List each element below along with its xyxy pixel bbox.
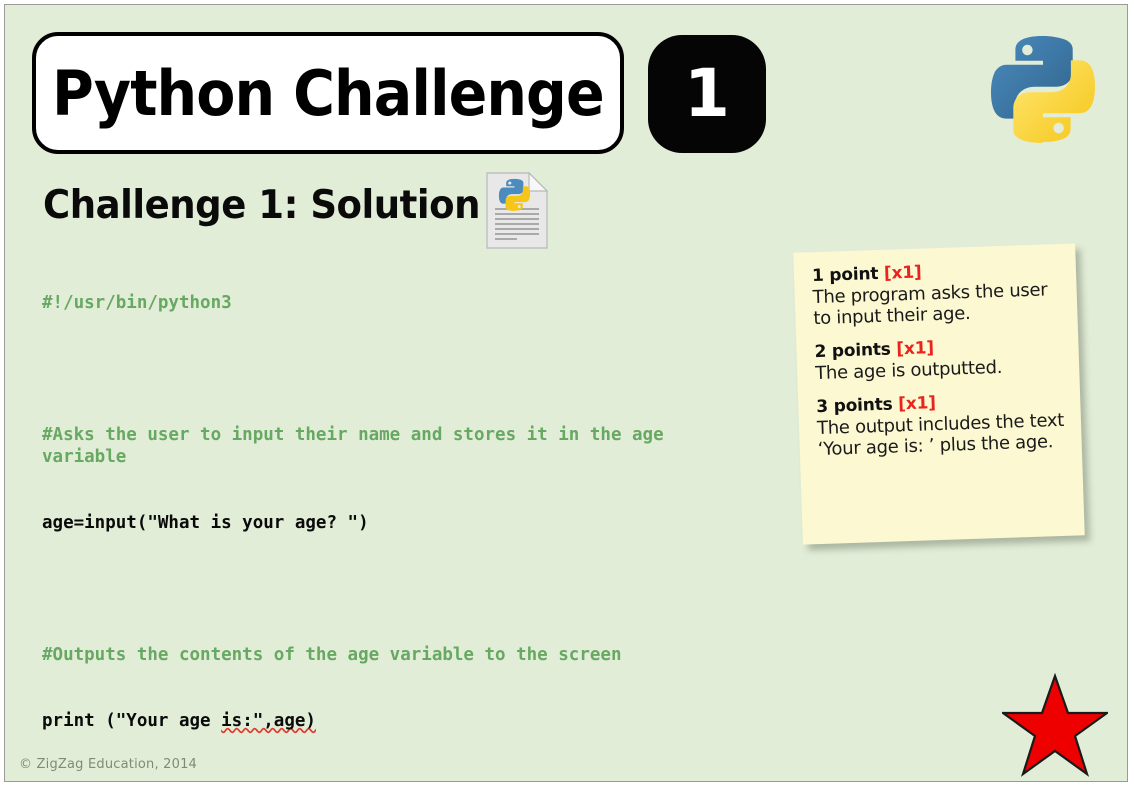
marking-sticky-note: 1 point [x1] The program asks the user t…	[793, 243, 1085, 545]
note-item: 2 points [x1] The age is outputted.	[814, 334, 1063, 384]
python-document-icon	[486, 171, 549, 249]
section-heading: Challenge 1: Solution	[43, 183, 480, 228]
red-star-icon	[999, 672, 1111, 777]
code-line-comment-input: #Asks the user to input their name and s…	[42, 425, 675, 467]
page-title: Python Challenge	[52, 56, 605, 130]
note-body: The output includes the text ‘Your age i…	[816, 409, 1065, 461]
note-points-label: 2 points	[814, 339, 897, 363]
code-print-prefix: print ("Your age	[42, 711, 222, 731]
code-block: #!/usr/bin/python3 #Asks the user to inp…	[42, 248, 682, 776]
challenge-number-badge: 1	[648, 35, 766, 153]
note-multiplier: [x1]	[897, 393, 937, 415]
copyright-footer: © ZigZag Education, 2014	[19, 757, 198, 772]
code-line-comment-output: #Outputs the contents of the age variabl…	[42, 645, 622, 665]
code-line-shebang: #!/usr/bin/python3	[42, 293, 232, 313]
code-line-print: print ("Your age is:",age)	[42, 710, 682, 732]
python-logo-icon	[988, 33, 1098, 145]
note-item: 1 point [x1] The program asks the user t…	[811, 258, 1062, 330]
challenge-number-label: 1	[684, 55, 730, 132]
note-points-label: 3 points	[816, 394, 899, 418]
note-points-label: 1 point	[811, 263, 885, 287]
note-multiplier: [x1]	[883, 262, 922, 284]
slide-title-box: Python Challenge	[32, 32, 624, 154]
code-print-spellcheck: is:",age)	[221, 711, 316, 731]
slide-canvas: Python Challenge 1 Challenge 1: Solution	[4, 4, 1128, 782]
note-body: The program asks the user to input their…	[812, 279, 1048, 330]
note-multiplier: [x1]	[896, 338, 935, 360]
note-item: 3 points [x1] The output includes the te…	[816, 389, 1066, 460]
code-line-input: age=input("What is your age? ")	[42, 513, 369, 533]
